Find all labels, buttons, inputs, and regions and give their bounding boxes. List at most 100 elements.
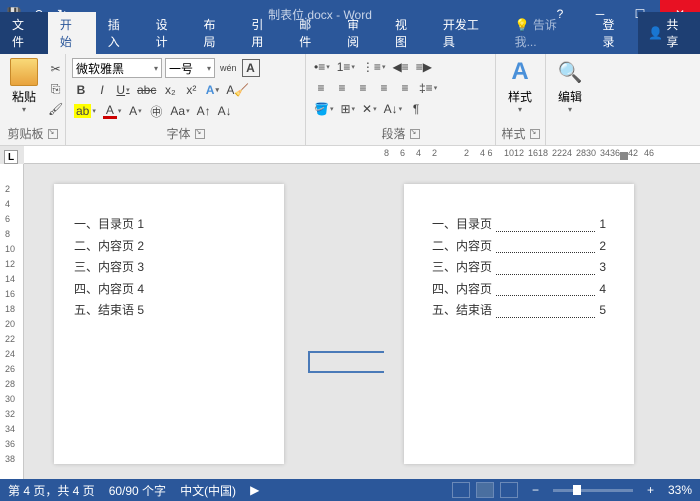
decrease-indent-button[interactable]: ◀≡	[390, 58, 410, 76]
language-indicator[interactable]: 中文(中国)	[180, 482, 236, 499]
underline-button[interactable]: U	[114, 81, 132, 99]
tab-file[interactable]: 文件	[0, 12, 48, 54]
toc-line[interactable]: 一、目录页 1	[74, 214, 264, 236]
group-font: 微软雅黑▾ 一号▾ wén A B I U abc x₂ x² A A🧹 ab	[66, 54, 306, 145]
paragraph-launcher-icon[interactable]	[410, 129, 420, 139]
zoom-slider[interactable]	[553, 489, 633, 492]
shrink-font-button[interactable]: A↓	[216, 102, 234, 120]
tab-design[interactable]: 设计	[144, 12, 192, 54]
borders-button[interactable]: ⊞	[338, 100, 357, 118]
paragraph-label: 段落	[381, 125, 405, 142]
word-count[interactable]: 60/90 个字	[109, 482, 166, 499]
strikethrough-button[interactable]: abc	[135, 81, 158, 99]
tab-view[interactable]: 视图	[383, 12, 431, 54]
superscript-button[interactable]: x²	[182, 81, 200, 99]
bullets-button[interactable]: •≡	[312, 58, 332, 76]
ruler-tick: 18	[5, 304, 15, 314]
highlight-button[interactable]: ab	[72, 102, 98, 120]
justify-button[interactable]: ≡	[375, 79, 393, 97]
ruler-tick: 24	[5, 349, 15, 359]
cut-button[interactable]: ✂	[46, 60, 65, 78]
line-spacing-button[interactable]: ‡≡	[417, 79, 439, 97]
copy-button[interactable]: ⎘	[46, 80, 65, 98]
toc-line[interactable]: 三、内容页3	[432, 257, 606, 279]
zoom-level[interactable]: 33%	[668, 483, 692, 497]
tab-review[interactable]: 审阅	[335, 12, 383, 54]
character-border-button[interactable]: A	[242, 59, 260, 77]
toc-line[interactable]: 四、内容页4	[432, 279, 606, 301]
font-size-select[interactable]: 一号▾	[165, 58, 215, 78]
leader-dots	[496, 300, 595, 318]
tab-stop-marker[interactable]	[620, 152, 628, 160]
leader-dots	[496, 236, 595, 254]
numbering-button[interactable]: 1≡	[335, 58, 357, 76]
show-marks-button[interactable]: ¶	[407, 100, 425, 118]
toc-line[interactable]: 五、结束语 5	[74, 300, 264, 322]
shading-button[interactable]: 🪣	[312, 100, 335, 118]
tab-home[interactable]: 开始	[48, 12, 96, 54]
enclose-char-button[interactable]: ㊥	[147, 102, 165, 120]
align-left-button[interactable]: ≡	[312, 79, 330, 97]
paste-icon	[10, 58, 38, 86]
phonetic-guide-button[interactable]: wén	[218, 59, 239, 77]
toc-line[interactable]: 二、内容页2	[432, 236, 606, 258]
toc-line[interactable]: 一、目录页1	[432, 214, 606, 236]
horizontal-ruler[interactable]: 864224 6101216182224283034364246	[24, 146, 700, 164]
sort-button[interactable]: A↓	[382, 100, 405, 118]
paste-button[interactable]: 粘贴 ▾	[4, 56, 44, 116]
char-shading-button[interactable]: A	[126, 102, 144, 120]
toc-line[interactable]: 二、内容页 2	[74, 236, 264, 258]
grow-font-button[interactable]: A↑	[195, 102, 213, 120]
tell-me[interactable]: 💡 告诉我...	[503, 12, 591, 54]
page-right[interactable]: 一、目录页1二、内容页2三、内容页3四、内容页4五、结束语5	[404, 184, 634, 464]
multilevel-list-button[interactable]: ⋮≡	[360, 58, 388, 76]
tab-developer[interactable]: 开发工具	[431, 12, 503, 54]
read-mode-button[interactable]	[452, 482, 470, 498]
tab-type-selector[interactable]: L	[4, 150, 18, 164]
font-launcher-icon[interactable]	[195, 129, 205, 139]
tab-references[interactable]: 引用	[239, 12, 287, 54]
bold-button[interactable]: B	[72, 81, 90, 99]
distribute-button[interactable]: ≡	[396, 79, 414, 97]
share-button[interactable]: 👤共享	[638, 12, 700, 54]
styles-launcher-icon[interactable]	[530, 129, 540, 139]
asian-layout-button[interactable]: ✕	[360, 100, 379, 118]
align-right-button[interactable]: ≡	[354, 79, 372, 97]
macro-indicator[interactable]: ▶	[250, 483, 259, 497]
text-effects-button[interactable]: A	[203, 81, 221, 99]
leader-dots	[496, 279, 595, 297]
tab-layout[interactable]: 布局	[192, 12, 240, 54]
toc-line[interactable]: 四、内容页 4	[74, 279, 264, 301]
subscript-button[interactable]: x₂	[161, 81, 179, 99]
ruler-tick: 4 6	[480, 148, 493, 158]
clipboard-launcher-icon[interactable]	[48, 129, 58, 139]
change-case-button[interactable]: Aa	[168, 102, 191, 120]
zoom-thumb[interactable]	[573, 485, 581, 495]
ribbon: 粘贴 ▾ ✂ ⎘ 🖌 剪贴板 微软雅黑▾ 一号▾ wén A B	[0, 54, 700, 146]
styles-button[interactable]: A 样式 ▾	[500, 56, 540, 116]
align-center-button[interactable]: ≡	[333, 79, 351, 97]
page-indicator[interactable]: 第 4 页，共 4 页	[8, 482, 95, 499]
web-layout-button[interactable]	[500, 482, 518, 498]
tab-insert[interactable]: 插入	[96, 12, 144, 54]
login-button[interactable]: 登录	[591, 12, 639, 54]
italic-button[interactable]: I	[93, 81, 111, 99]
editing-button[interactable]: 🔍 编辑 ▾	[550, 56, 590, 116]
toc-line[interactable]: 三、内容页 3	[74, 257, 264, 279]
ruler-tick: 4	[5, 199, 10, 209]
zoom-in-button[interactable]: +	[647, 483, 654, 497]
format-painter-button[interactable]: 🖌	[46, 100, 65, 118]
tab-mailings[interactable]: 邮件	[287, 12, 335, 54]
toc-line[interactable]: 五、结束语5	[432, 300, 606, 322]
vertical-ruler[interactable]: 2468101214161820222426283032343638	[0, 164, 24, 479]
status-bar: 第 4 页，共 4 页 60/90 个字 中文(中国) ▶ − + 33%	[0, 479, 700, 501]
zoom-out-button[interactable]: −	[532, 483, 539, 497]
page-left[interactable]: 一、目录页 1二、内容页 2三、内容页 3四、内容页 4五、结束语 5	[54, 184, 284, 464]
clear-formatting-button[interactable]: A🧹	[224, 81, 251, 99]
font-color-button[interactable]: A	[101, 102, 124, 120]
ruler-tick: 20	[5, 319, 15, 329]
font-name-select[interactable]: 微软雅黑▾	[72, 58, 162, 78]
ruler-tick: 2	[5, 184, 10, 194]
print-layout-button[interactable]	[476, 482, 494, 498]
increase-indent-button[interactable]: ≡▶	[414, 58, 434, 76]
